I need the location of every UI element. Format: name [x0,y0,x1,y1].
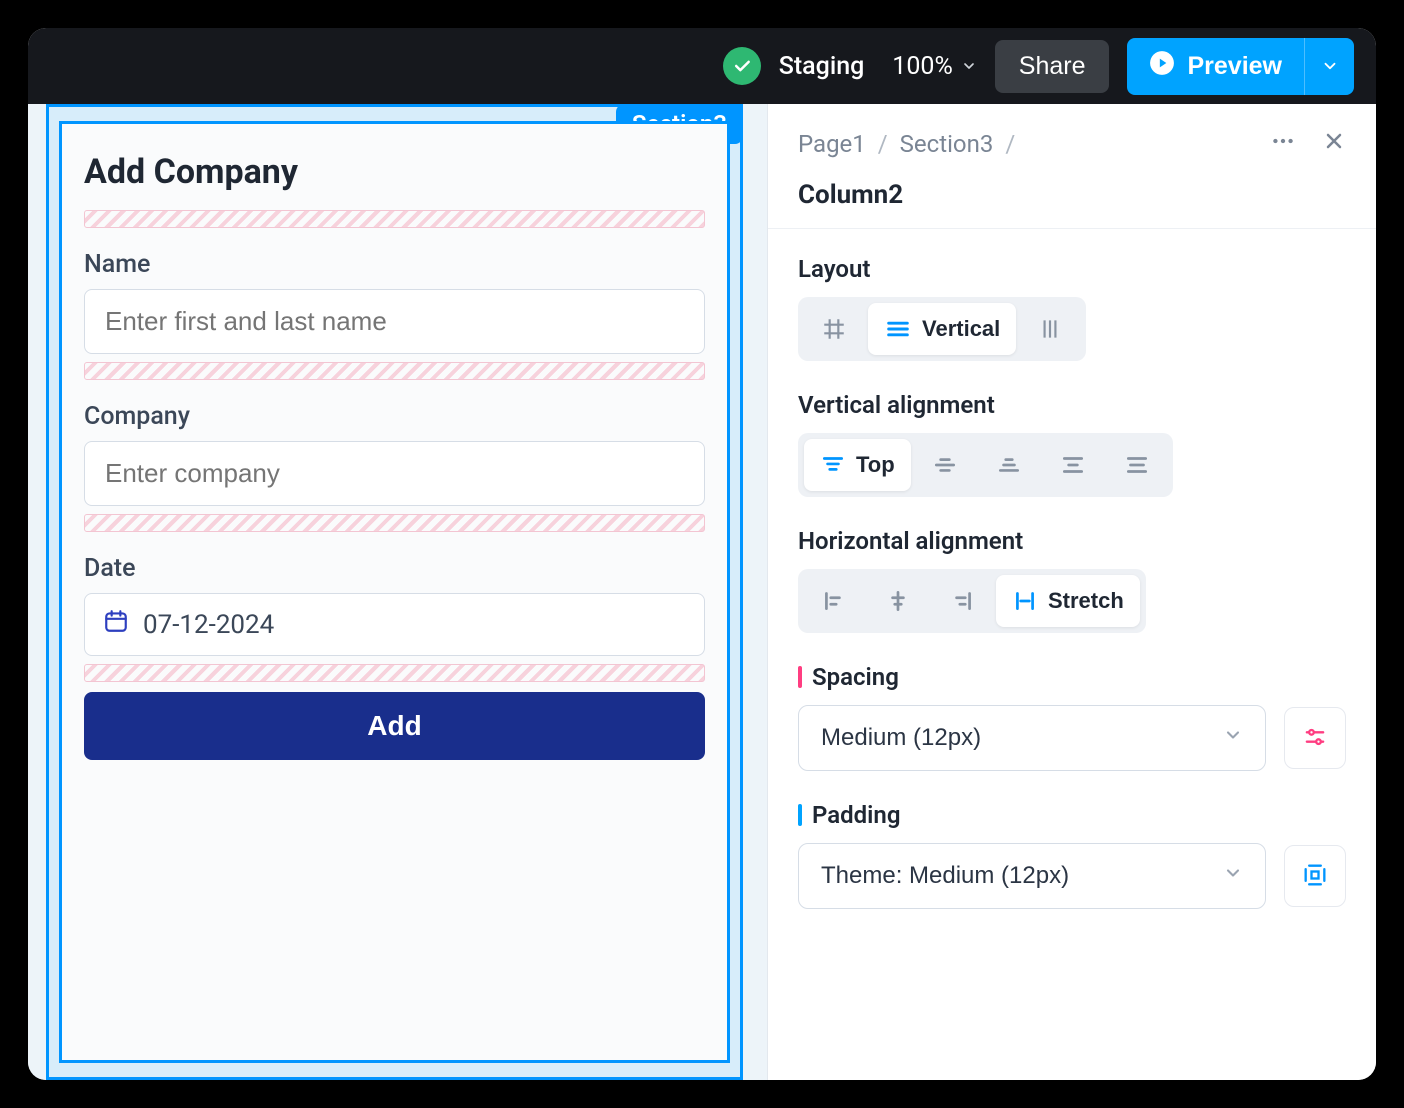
selected-column-outline[interactable]: Add Company Name Company [59,121,730,1063]
calendar-icon [103,608,129,641]
align-top-icon [820,452,846,478]
play-icon [1149,50,1175,83]
sliders-icon [1301,723,1329,754]
spacing-indicator-icon [798,666,802,688]
date-input[interactable]: 07-12-2024 [84,593,705,656]
halign-label: Horizontal alignment [798,527,1346,555]
layout-option-columns[interactable] [1020,303,1080,355]
padding-advanced-button[interactable] [1284,845,1346,907]
chevron-down-icon [961,52,977,81]
spacing-select[interactable]: Medium (12px) [798,705,1266,771]
spacing-group: Spacing Medium (12px) [798,663,1346,771]
top-toolbar: Staging 100% Share Preview [28,28,1376,104]
preview-label: Preview [1187,52,1282,81]
preview-dropdown-button[interactable] [1304,38,1354,95]
company-input[interactable] [84,441,705,506]
spacing-indicator [84,664,705,682]
valign-stretch[interactable] [1107,439,1167,491]
align-bottom-icon [996,452,1022,478]
zoom-value: 100% [892,52,952,81]
align-stretch-v-icon [1124,452,1150,478]
status-ok-icon [723,47,761,85]
padding-select[interactable]: Theme: Medium (12px) [798,843,1266,909]
valign-group: Vertical alignment Top [798,391,1346,497]
halign-left[interactable] [804,575,864,627]
share-button[interactable]: Share [995,40,1110,93]
spacing-indicator [84,514,705,532]
layout-label: Layout [798,255,1346,283]
grid-icon [821,316,847,342]
spacing-value: Medium (12px) [821,724,981,752]
layout-option-vertical-label: Vertical [922,316,1000,342]
spacing-advanced-button[interactable] [1284,707,1346,769]
halign-stretch-label: Stretch [1048,588,1124,614]
chevron-down-icon [1223,862,1243,890]
layout-option-vertical[interactable]: Vertical [868,303,1016,355]
name-input[interactable] [84,289,705,354]
halign-group: Horizontal alignment [798,527,1346,633]
canvas-pane[interactable]: Section3 Add Company Name Company [28,104,768,1080]
align-center-h-icon [885,588,911,614]
spacing-indicator [84,362,705,380]
breadcrumb-page[interactable]: Page1 [798,130,866,158]
preview-button[interactable]: Preview [1127,38,1304,95]
valign-label: Vertical alignment [798,391,1346,419]
more-icon[interactable] [1270,128,1296,160]
company-label: Company [84,402,705,431]
selected-section-outline[interactable]: Section3 Add Company Name Company [46,104,743,1080]
valign-space-between[interactable] [1043,439,1103,491]
panel-current-element: Column2 [798,180,1346,210]
add-button[interactable]: Add [84,692,705,760]
align-space-between-icon [1060,452,1086,478]
chevron-down-icon [1223,724,1243,752]
align-stretch-h-icon [1012,588,1038,614]
form-title: Add Company [84,152,705,192]
halign-center[interactable] [868,575,928,627]
properties-panel: Page1 / Section3 / Colu [768,104,1376,1080]
breadcrumb: Page1 / Section3 / [798,128,1346,160]
breadcrumb-separator-icon: / [1005,130,1015,158]
date-label: Date [84,554,705,583]
align-right-icon [949,588,975,614]
layout-segmented: Vertical [798,297,1086,361]
halign-stretch[interactable]: Stretch [996,575,1140,627]
breadcrumb-separator-icon: / [878,130,888,158]
spacing-indicator [84,210,705,228]
vertical-lines-icon [884,315,912,343]
halign-segmented: Stretch [798,569,1146,633]
columns-icon [1037,316,1063,342]
padding-indicator-icon [798,804,802,826]
layout-group: Layout Vertical [798,255,1346,361]
align-left-icon [821,588,847,614]
breadcrumb-section[interactable]: Section3 [900,130,994,158]
zoom-dropdown[interactable]: 100% [892,52,976,81]
close-icon[interactable] [1322,129,1346,159]
padding-box-icon [1301,861,1329,892]
valign-segmented: Top [798,433,1173,497]
spacing-label: Spacing [798,663,1346,691]
valign-top[interactable]: Top [804,439,911,491]
valign-bottom[interactable] [979,439,1039,491]
padding-value: Theme: Medium (12px) [821,862,1069,890]
padding-group: Padding Theme: Medium (12px) [798,801,1346,909]
layout-option-grid[interactable] [804,303,864,355]
date-value: 07-12-2024 [143,610,274,640]
align-middle-icon [932,452,958,478]
valign-top-label: Top [856,452,895,478]
halign-right[interactable] [932,575,992,627]
valign-middle[interactable] [915,439,975,491]
environment-label: Staging [779,52,865,81]
name-label: Name [84,250,705,279]
padding-label: Padding [798,801,1346,829]
